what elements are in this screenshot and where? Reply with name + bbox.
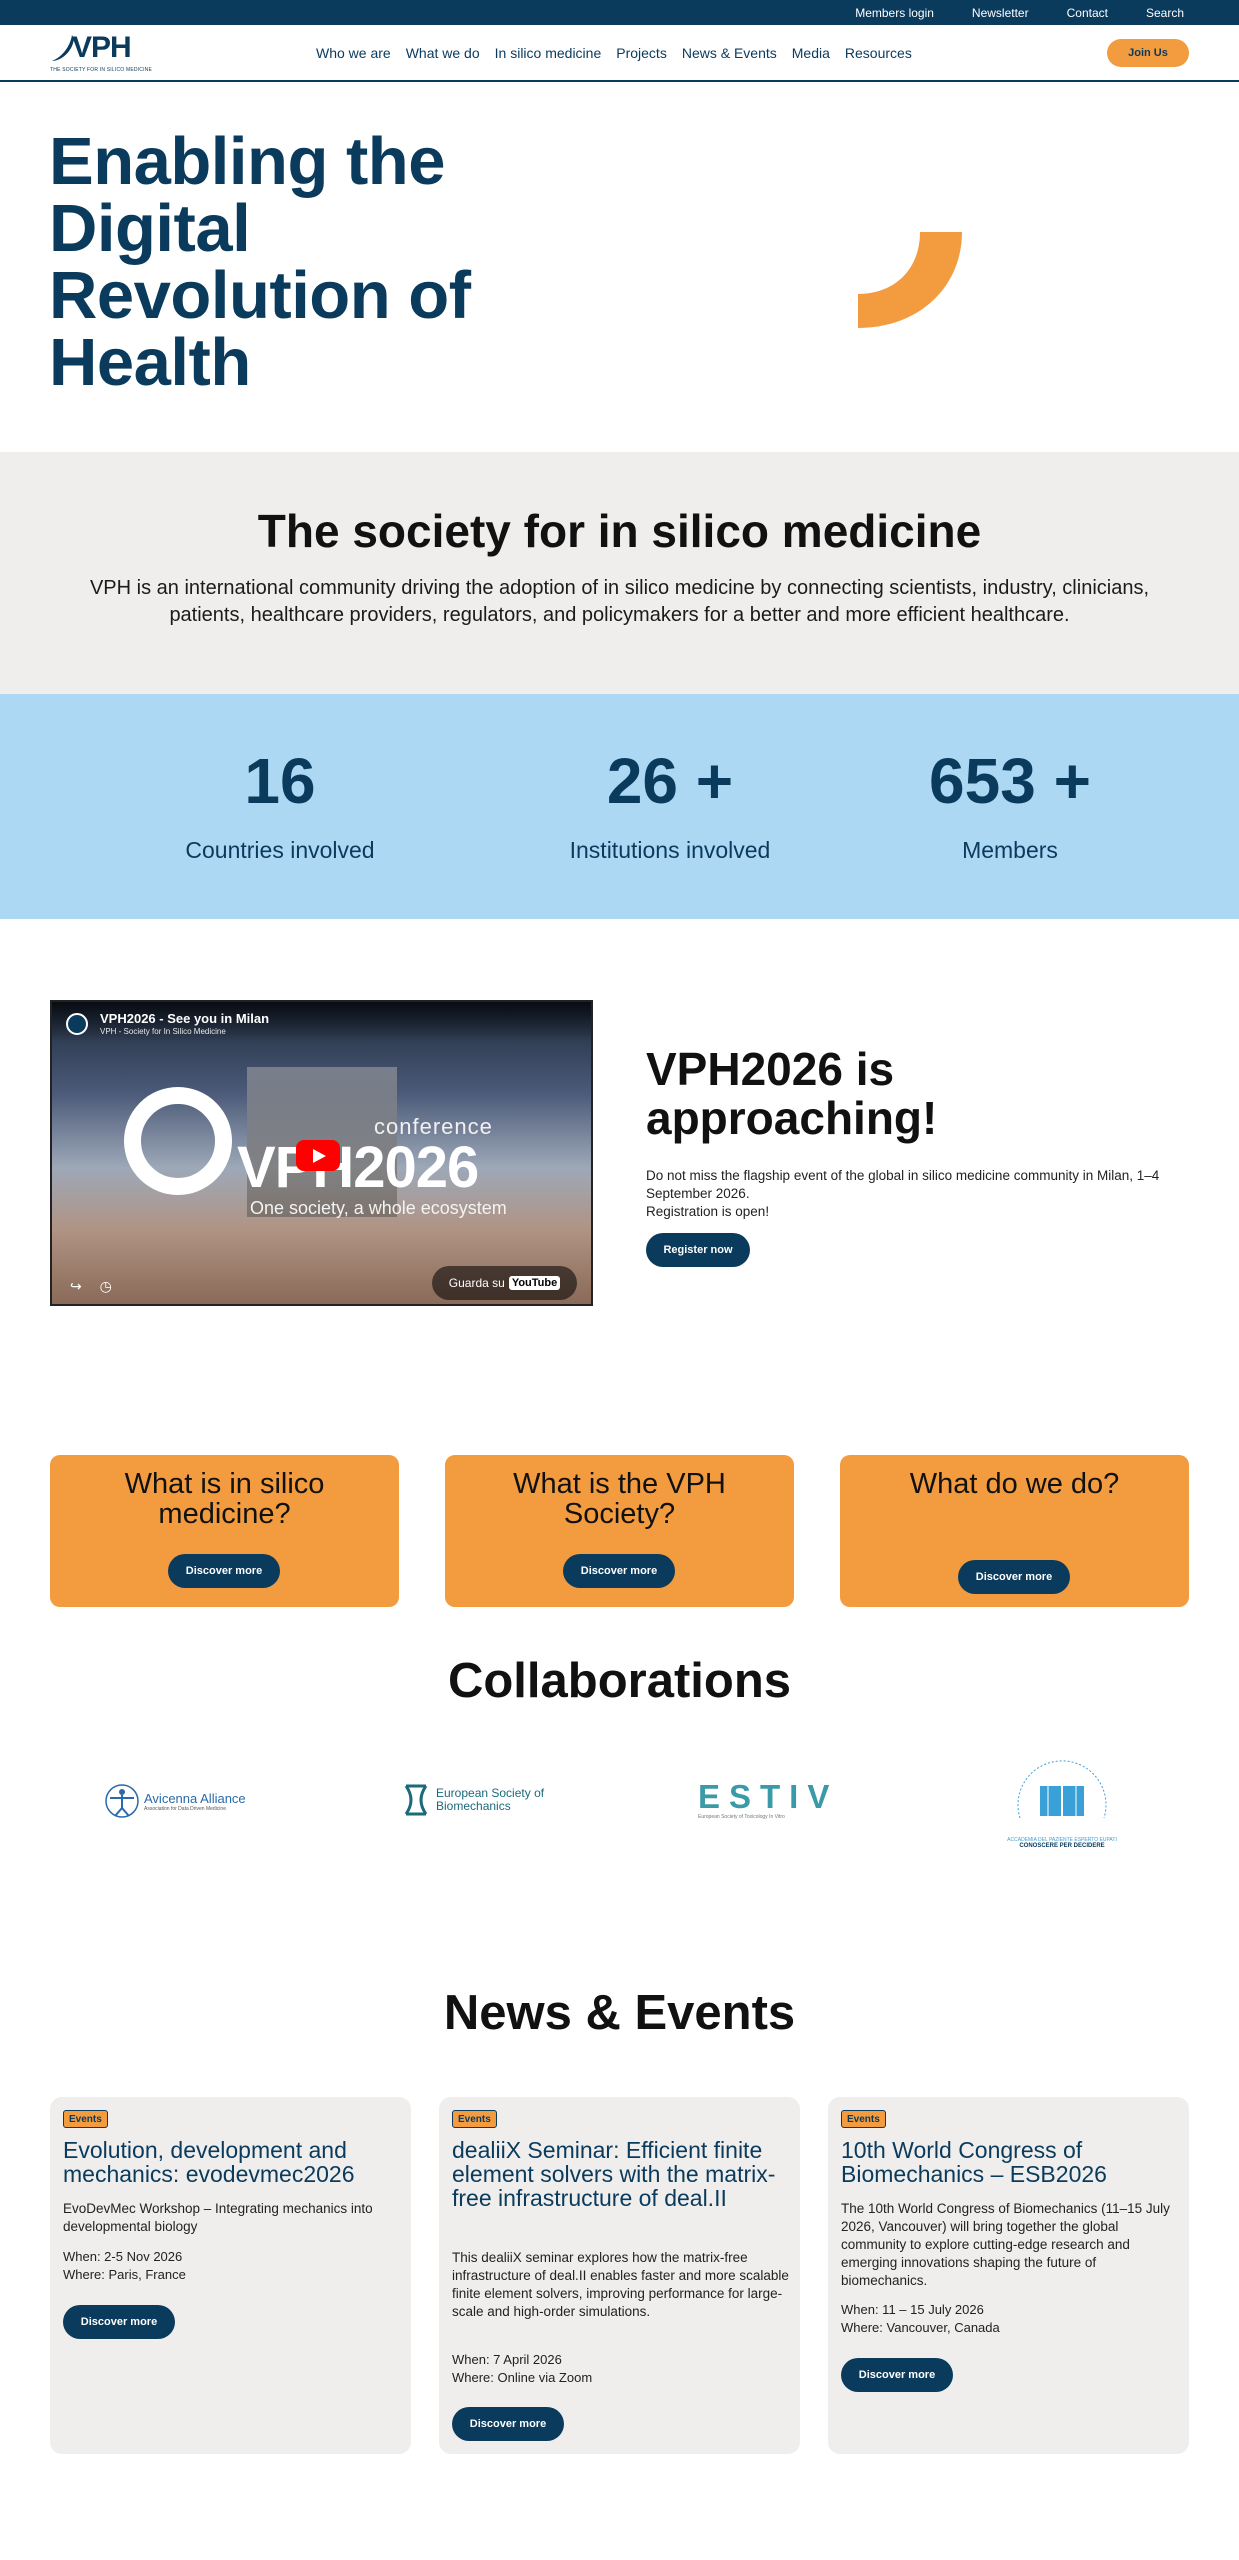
discover-more-button[interactable]: Discover more (841, 2358, 953, 2392)
top-utility-bar: Members login Newsletter Contact Search (0, 0, 1239, 25)
nav-menu: Who we are What we do In silico medicine… (316, 25, 912, 80)
stat-label: Countries involved (185, 837, 375, 863)
logo-tagline: THE SOCIETY FOR IN SILICO MEDICINE (50, 67, 152, 73)
society-section: The society for in silico medicine VPH i… (0, 452, 1239, 694)
search-link[interactable]: Search (1146, 6, 1184, 20)
nav-item-resources[interactable]: Resources (845, 45, 912, 61)
discover-more-button[interactable]: Discover more (168, 1554, 280, 1588)
news-when: When: 7 April 2026 (452, 2352, 562, 2367)
event-title: VPH2026 is approaching! (646, 1043, 938, 1144)
news-description: The 10th World Congress of Biomechanics … (841, 2201, 1170, 2288)
members-login-link[interactable]: Members login (855, 6, 934, 20)
news-where: Where: Online via Zoom (452, 2370, 593, 2385)
news-description: EvoDevMec Workshop – Integrating mechani… (63, 2201, 373, 2234)
channel-avatar[interactable] (66, 1013, 88, 1035)
contact-link[interactable]: Contact (1067, 6, 1108, 20)
discover-more-button[interactable]: Discover more (563, 1554, 675, 1588)
vitruvian-icon (105, 1784, 139, 1818)
book-icon (1017, 1760, 1107, 1819)
nav-item-who-we-are[interactable]: Who we are (316, 45, 391, 61)
news-where: Where: Vancouver, Canada (841, 2320, 1000, 2335)
event-line-1: Do not miss the flagship event of the gl… (646, 1168, 1160, 1201)
watch-on-label: Guarda su (448, 1276, 505, 1290)
register-now-button[interactable]: Register now (646, 1233, 750, 1267)
stat-label: Institutions involved (569, 837, 771, 863)
main-nav: VPH THE SOCIETY FOR IN SILICO MEDICINE W… (0, 25, 1239, 82)
stats-section: 16 Countries involved 26 + Institutions … (0, 694, 1239, 919)
card-title: What do we do? (909, 1468, 1120, 1500)
logo-sub: Association for Data Driven Medicine (144, 1805, 226, 1812)
logo-sub: CONOSCERE PER DECIDERE (1019, 1843, 1105, 1849)
youtube-logo: YouTube (508, 1276, 561, 1290)
video-title[interactable]: VPH2026 - See you in Milan (100, 1011, 269, 1026)
logo-esb[interactable]: European Society of Biomechanics (402, 1780, 552, 1820)
news-card: Events Evolution, development and mechan… (50, 2097, 411, 2454)
nav-item-projects[interactable]: Projects (616, 45, 667, 61)
news-card: Events dealiiX Seminar: Efficient finite… (439, 2097, 800, 2454)
hero-title: Enabling the Digital Revolution of Healt… (49, 124, 471, 400)
nav-item-media[interactable]: Media (792, 45, 830, 61)
event-description: Do not miss the flagship event of the gl… (646, 1167, 1206, 1221)
nav-item-news-events[interactable]: News & Events (682, 45, 777, 61)
discover-more-button[interactable]: Discover more (63, 2305, 175, 2339)
news-where: Where: Paris, France (63, 2267, 186, 2282)
news-title[interactable]: dealiiX Seminar: Efficient finite elemen… (452, 2138, 792, 2210)
card-vph-society: What is the VPH Society? Discover more (445, 1455, 794, 1607)
society-title: The society for in silico medicine (257, 505, 982, 557)
events-badge: Events (841, 2110, 886, 2128)
stat-institutions: 26 + Institutions involved (520, 694, 820, 919)
news-title[interactable]: 10th World Congress of Biomechanics – ES… (841, 2138, 1181, 2186)
nav-item-in-silico-medicine[interactable]: In silico medicine (495, 45, 602, 61)
play-button-icon[interactable] (296, 1140, 340, 1171)
card-title: What is the VPH Society? (513, 1468, 726, 1530)
stat-countries: 16 Countries involved (140, 694, 420, 919)
hero-arc-decoration (858, 232, 962, 328)
newsletter-link[interactable]: Newsletter (972, 6, 1029, 20)
vph-ring-icon (124, 1087, 232, 1195)
watch-later-icon[interactable]: ◷ (100, 1278, 112, 1294)
vph-logo[interactable]: VPH THE SOCIETY FOR IN SILICO MEDICINE (50, 31, 160, 75)
collaborations-title: Collaborations (447, 1654, 792, 1708)
society-description: VPH is an international community drivin… (89, 577, 1150, 626)
card-title: What is in silico medicine? (124, 1468, 325, 1530)
logo-label: ESTIV (698, 1778, 839, 1815)
youtube-video-embed[interactable]: VPH2026 - See you in Milan VPH - Society… (50, 1000, 593, 1306)
stat-value: 653 + (929, 745, 1091, 817)
news-when: When: 2-5 Nov 2026 (63, 2249, 183, 2264)
stat-members: 653 + Members (880, 694, 1140, 919)
share-icon[interactable]: ↪ (70, 1278, 82, 1294)
stat-label: Members (962, 837, 1058, 863)
card-in-silico-medicine: What is in silico medicine? Discover mor… (50, 1455, 399, 1607)
esb-icon (404, 1784, 428, 1816)
video-channel: VPH - Society for In Silico Medicine (100, 1027, 226, 1036)
card-what-we-do: What do we do? Discover more (840, 1455, 1189, 1607)
watch-on-youtube-button[interactable]: Guarda su YouTube (432, 1266, 577, 1300)
utility-links: Members login Newsletter Contact Search (855, 0, 1184, 25)
events-badge: Events (452, 2110, 497, 2128)
stat-value: 26 + (606, 745, 734, 817)
news-events-title: News & Events (443, 1986, 796, 2040)
nav-item-what-we-do[interactable]: What we do (406, 45, 480, 61)
logo-avicenna-alliance[interactable]: Avicenna Alliance Association for Data D… (104, 1780, 254, 1822)
logo-wordmark: VPH (72, 31, 132, 64)
news-title[interactable]: Evolution, development and mechanics: ev… (63, 2138, 403, 2186)
news-when: When: 11 – 15 July 2026 (841, 2302, 984, 2317)
event-line-2: Registration is open! (646, 1204, 770, 1219)
logo-eupati[interactable]: ACCADEMIA DEL PAZIENTE ESPERTO EUPATI CO… (1006, 1758, 1118, 1849)
video-overlay-title: VPH2026 (237, 1135, 479, 1200)
discover-more-button[interactable]: Discover more (452, 2407, 564, 2441)
news-description: This dealiiX seminar explores how the ma… (452, 2250, 789, 2319)
join-us-button[interactable]: Join Us (1107, 39, 1189, 67)
news-card: Events 10th World Congress of Biomechani… (828, 2097, 1189, 2454)
discover-more-button[interactable]: Discover more (958, 1560, 1070, 1594)
events-badge: Events (63, 2110, 108, 2128)
video-controls: ↪ ◷ (70, 1278, 130, 1300)
logo-label: European Society of Biomechanics (436, 1786, 545, 1813)
logo-label: Avicenna Alliance (144, 1790, 246, 1806)
video-overlay-subtitle: One society, a whole ecosystem (250, 1198, 507, 1218)
stat-value: 16 (244, 745, 316, 817)
logo-estiv[interactable]: ESTIV European Society of Toxicology In … (698, 1780, 838, 1826)
